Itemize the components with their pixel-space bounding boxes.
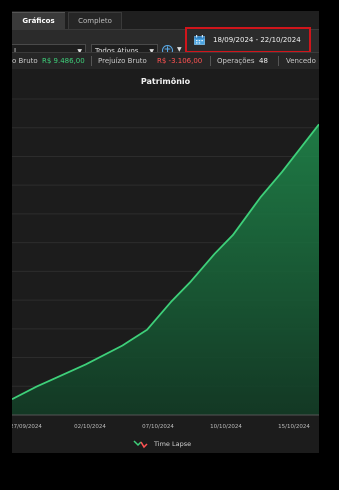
equity-chart: 27/09/2024 02/10/2024 07/10/2024 10/10/2024… [12, 69, 319, 453]
tab-graficos[interactable]: Gráficos [12, 12, 65, 29]
gross-profit-value: R$ 9.486,00 [42, 57, 85, 65]
stats-bar: o Bruto R$ 9.486,00 Prejuízo Bruto R$ -3… [12, 52, 319, 70]
date-range-text: 18/09/2024 - 22/10/2024 [213, 36, 301, 44]
legend-swatch-down [140, 441, 148, 449]
operations-value: 48 [259, 57, 268, 65]
legend-swatch-up [133, 440, 142, 447]
gross-loss-label: Prejuízo Bruto [98, 57, 147, 65]
divider [210, 56, 211, 66]
chart-title: Patrimônio [140, 77, 191, 86]
winners-label: Vencedo [286, 57, 316, 65]
operations-label: Operações [217, 57, 255, 65]
divider [91, 56, 92, 66]
x-tick-label: 27/09/2024 [12, 424, 42, 430]
x-tick-label: 07/10/2024 [142, 424, 174, 430]
date-range-picker[interactable]: 18/09/2024 - 22/10/2024 [185, 27, 311, 53]
chart-canvas: 27/09/2024 02/10/2024 07/10/2024 10/10/2024… [12, 98, 319, 449]
x-tick-label: 10/10/2024 [210, 424, 242, 430]
x-tick-label: 15/10/2024 [278, 424, 310, 430]
app-window: Gráficos Completo L ▼ Todos Ativos ▼ + ▼ [12, 11, 319, 453]
x-tick-label: 02/10/2024 [74, 424, 106, 430]
gross-loss-value: R$ -3.106,00 [157, 57, 203, 65]
tab-completo[interactable]: Completo [68, 12, 122, 29]
calendar-icon [194, 35, 205, 45]
legend-label: Time Lapse [153, 440, 191, 448]
gross-profit-label: o Bruto [12, 57, 38, 65]
divider [278, 56, 279, 66]
series-area [12, 124, 319, 416]
